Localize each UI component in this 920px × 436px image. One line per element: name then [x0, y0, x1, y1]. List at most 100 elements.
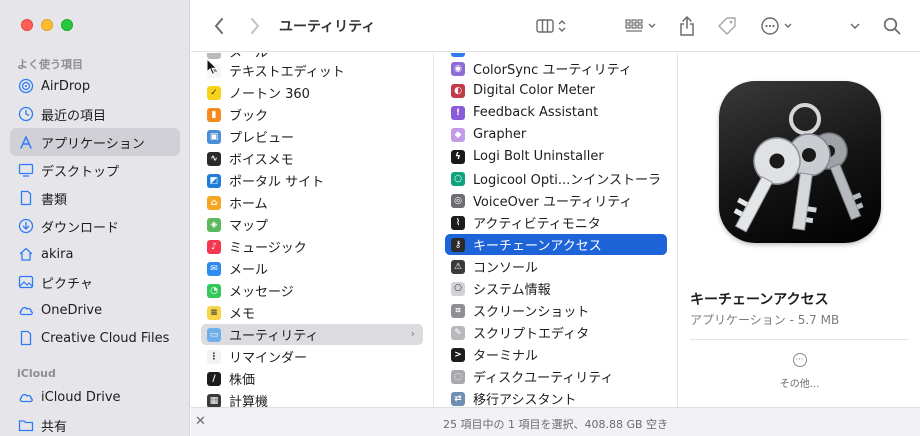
sidebar-item[interactable]: Creative Cloud Files	[10, 324, 180, 352]
toolbar: ユーティリティ	[191, 0, 920, 52]
list-item-label: アクティビティモニタ	[473, 217, 601, 232]
list-item[interactable]: ∕ 株価	[201, 368, 423, 389]
sidebar-item[interactable]: 最近の項目	[10, 100, 180, 128]
column-utilities[interactable]: ◉ ColorSync ユーティリティ ◐ Digital Color Meter! F…	[435, 53, 678, 407]
list-item[interactable]: ϟ Logi Bolt Uninstaller	[445, 146, 667, 167]
list-item[interactable]: ✎ スクリプトエディタ	[445, 322, 667, 343]
sidebar-item[interactable]: ピクチャ	[10, 268, 180, 296]
list-item-label: VoiceOver ユーティリティ	[473, 195, 633, 210]
sidebar-item[interactable]: ダウンロード	[10, 212, 180, 240]
chevron-down-icon	[648, 23, 655, 28]
app-icon: ⌇	[451, 215, 465, 230]
list-item[interactable]: ≡ メモ	[201, 302, 423, 323]
sidebar-item-label: ダウンロード	[41, 220, 120, 236]
list-item[interactable]: ◉ ColorSync ユーティリティ	[445, 58, 667, 79]
app-icon: ⚷	[451, 237, 465, 252]
list-item[interactable]: ◈ マップ	[201, 214, 423, 235]
list-item[interactable]: ⚠ コンソール	[445, 256, 667, 277]
list-item[interactable]: ✉ メール	[201, 258, 423, 279]
list-item[interactable]: ♪ ミュージック	[201, 236, 423, 257]
list-item-label: ミュージック	[229, 241, 307, 256]
columns-view-icon	[536, 19, 554, 33]
list-item[interactable]: ▦ 計算機	[201, 390, 423, 407]
list-item-label: ColorSync ユーティリティ	[473, 63, 632, 78]
list-item[interactable]: ◔ メッセージ	[201, 280, 423, 301]
list-item[interactable]: ⌇ アクティビティモニタ	[445, 212, 667, 233]
action-menu-button[interactable]	[758, 14, 794, 38]
list-item-label: 計算機	[229, 395, 269, 407]
list-item[interactable]: ○ Logicool Opti...ンインストーラ	[445, 168, 667, 189]
list-item-label: メッセージ	[229, 285, 294, 300]
preview-kind-size: アプリケーション - 5.7 MB	[690, 313, 840, 327]
list-item[interactable]: > ターミナル	[445, 344, 667, 365]
app-icon: ◉	[451, 61, 465, 76]
list-item-label: コンソール	[473, 261, 539, 276]
list-item[interactable]: ⌗ スクリーンショット	[445, 300, 667, 321]
more-button[interactable]: ··· その他...	[679, 353, 920, 390]
app-icon: ◆	[451, 127, 465, 142]
list-item[interactable]: ◩ ポータル サイト	[201, 170, 423, 191]
list-item[interactable]: ∿ ボイスメモ	[201, 148, 423, 169]
close-window-button[interactable]	[21, 19, 33, 31]
tag-button[interactable]	[716, 14, 738, 38]
share-button[interactable]	[677, 14, 697, 38]
list-item-label: メモ	[229, 307, 256, 322]
list-item[interactable]: ◌ ディスクユーティリティ	[445, 366, 667, 387]
list-item[interactable]: ▣ プレビュー	[201, 126, 423, 147]
forward-button[interactable]	[245, 14, 265, 38]
app-icon: ◈	[207, 217, 221, 232]
sidebar-item[interactable]: AirDrop	[10, 72, 180, 100]
list-item[interactable]: ◎ VoiceOver ユーティリティ	[445, 190, 667, 211]
list-item-label: Logicool Opti...ンインストーラ	[473, 173, 661, 188]
icloud-header: iCloud	[17, 367, 56, 380]
column-applications[interactable]: メール ✎ テキストエディット ✓ ノートン 360 ▮ ブック ▣ プレビュー ∿ ボイスメモ ◩…	[191, 53, 434, 407]
app-icon: ⇄	[451, 391, 465, 406]
sidebar-item[interactable]: akira	[10, 240, 180, 268]
list-item[interactable]: ▭ ユーティリティ ›	[201, 324, 423, 345]
sidebar-item-label: Creative Cloud Files	[41, 330, 170, 346]
list-item[interactable]: ✓ ノートン 360	[201, 82, 423, 103]
photo-icon	[18, 274, 34, 290]
sidebar-item-label: 書類	[41, 192, 68, 208]
app-icon: ◌	[451, 369, 465, 384]
preview-pane: キーチェーンアクセス アプリケーション - 5.7 MB ··· その他...	[679, 53, 920, 407]
list-item[interactable]: ⎔ システム情報	[445, 278, 667, 299]
list-item[interactable]: ◐ Digital Color Meter	[445, 80, 667, 101]
sidebar-item[interactable]: OneDrive	[10, 296, 180, 324]
list-item[interactable]: ▮ ブック	[201, 104, 423, 125]
sidebar-item[interactable]: アプリケーション	[10, 128, 180, 156]
preview-title: キーチェーンアクセス	[690, 292, 829, 308]
list-item-label: メール	[229, 263, 269, 278]
list-item[interactable]: ! Feedback Assistant	[445, 102, 667, 123]
tag-icon	[718, 17, 736, 35]
list-item[interactable]: ⋮ リマインダー	[201, 346, 423, 367]
overflow-button[interactable]	[847, 14, 863, 38]
grid-group-icon	[624, 19, 643, 32]
list-item-label: システム情報	[473, 283, 551, 298]
list-item-label: ボイスメモ	[229, 153, 294, 168]
zoom-window-button[interactable]	[61, 19, 73, 31]
list-item-label: Feedback Assistant	[473, 105, 599, 120]
list-item[interactable]: ⚷ キーチェーンアクセス	[445, 234, 667, 255]
app-icon: ϟ	[451, 149, 465, 164]
back-button[interactable]	[209, 14, 229, 38]
list-item[interactable]: ⌂ ホーム	[201, 192, 423, 213]
list-item[interactable]: ◆ Grapher	[445, 124, 667, 145]
search-button[interactable]	[881, 14, 903, 38]
view-mode-button[interactable]	[533, 14, 569, 38]
sidebar-item[interactable]: デスクトップ	[10, 156, 180, 184]
group-button[interactable]	[622, 14, 658, 38]
app-icon: ▭	[207, 327, 221, 342]
minimize-window-button[interactable]	[41, 19, 53, 31]
list-item[interactable]: ⇄ 移行アシスタント	[445, 388, 667, 407]
app-icon: ⌗	[451, 303, 465, 318]
app-icon: ◐	[451, 83, 465, 98]
sidebar-item[interactable]: 書類	[10, 184, 180, 212]
cloud-icon	[18, 302, 34, 318]
keychain-access-icon	[719, 81, 881, 243]
list-item[interactable]: ✎ テキストエディット	[201, 60, 423, 81]
mouse-cursor-icon	[206, 58, 218, 76]
sidebar-item[interactable]: iCloud Drive	[10, 383, 180, 411]
list-item-label: Grapher	[473, 127, 527, 142]
sidebar-item[interactable]: 共有	[10, 411, 180, 436]
